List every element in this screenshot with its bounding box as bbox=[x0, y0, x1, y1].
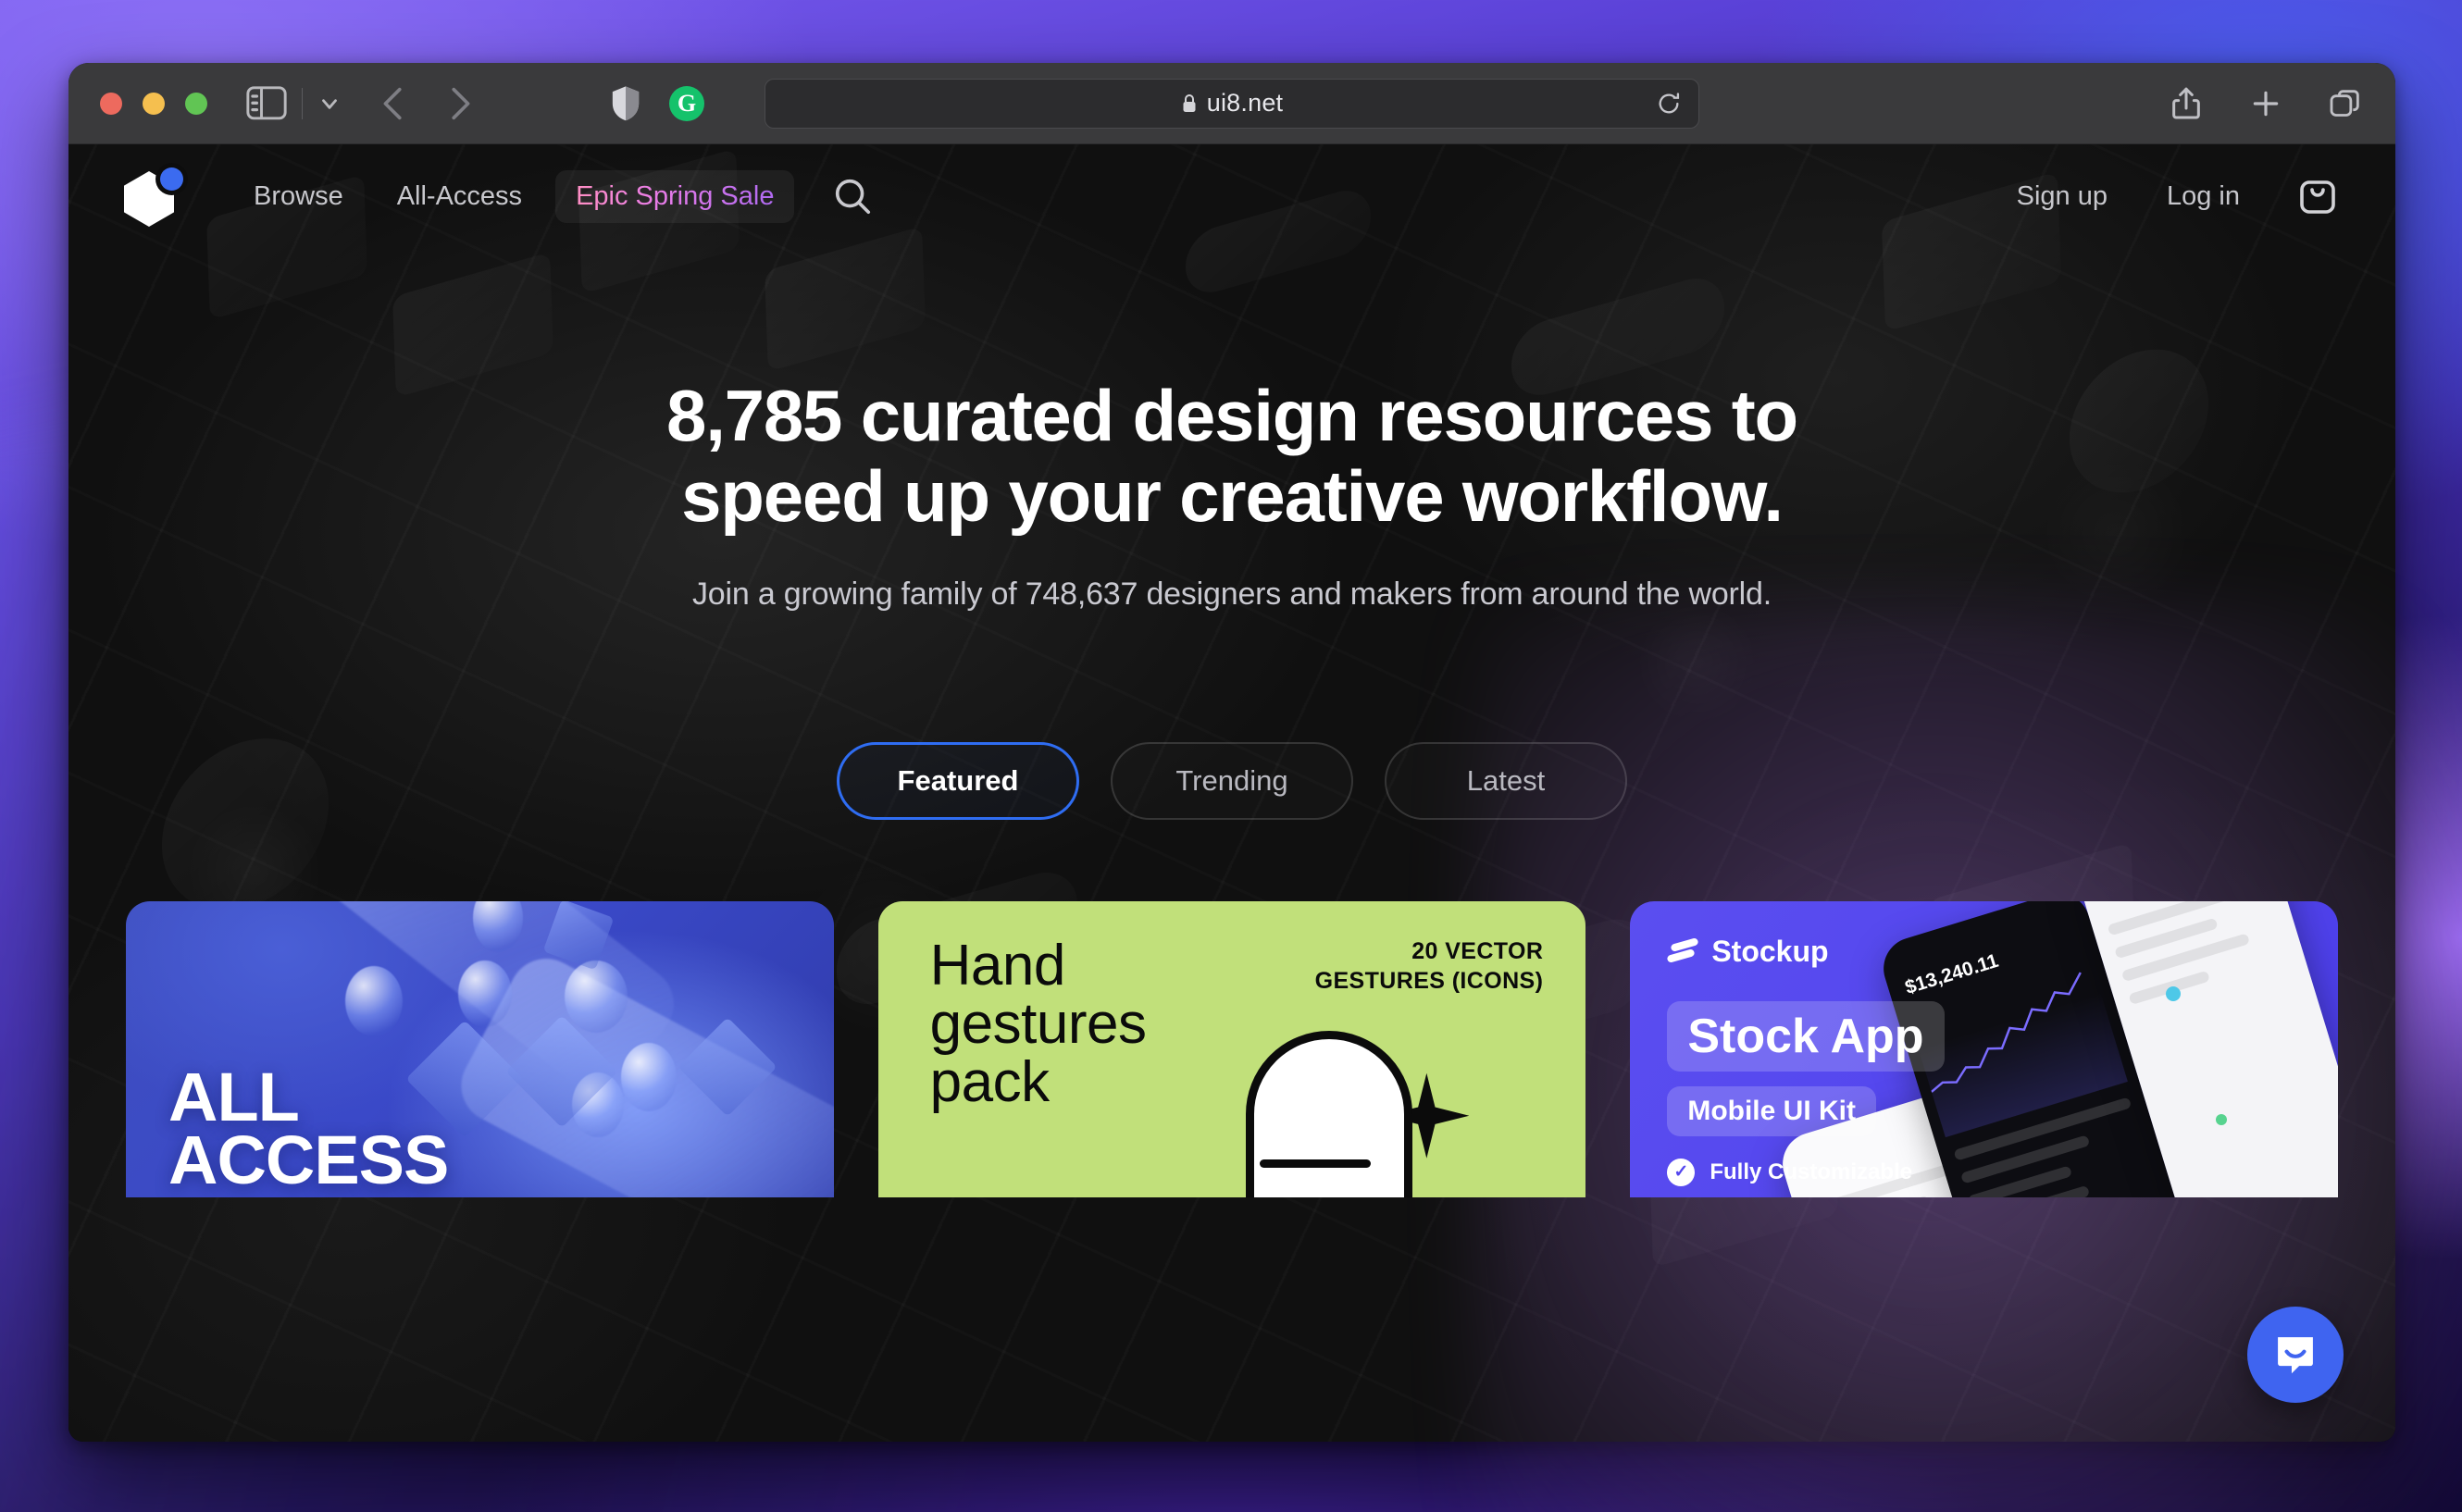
decorative-shape bbox=[345, 966, 404, 1037]
grammarly-glyph: G bbox=[677, 89, 697, 117]
tab-featured[interactable]: Featured bbox=[837, 741, 1079, 820]
search-icon[interactable] bbox=[831, 175, 874, 217]
thumbs-up-hand-icon bbox=[1246, 1030, 1413, 1197]
ui8-logo[interactable] bbox=[124, 166, 185, 227]
card-hand-gestures-badge: 20 VECTOR GESTURES (ICONS) bbox=[1315, 936, 1544, 997]
card-gestures-badge-line2: GESTURES (ICONS) bbox=[1314, 968, 1544, 995]
decorative-shape bbox=[565, 960, 628, 1033]
check-icon: ✓ bbox=[1667, 1158, 1696, 1186]
browser-toolbar: G ui8.net bbox=[68, 63, 2395, 144]
url-text: ui8.net bbox=[1206, 89, 1284, 117]
card-hand-gestures[interactable]: Hand gestures pack 20 VECTOR GESTURES (I… bbox=[877, 900, 1586, 1197]
hero-headline-line1: 8,785 curated design resources to bbox=[666, 375, 1798, 456]
card-stockup-feature-label: Fully Customizable bbox=[1710, 1159, 1913, 1184]
intercom-messenger-icon bbox=[2278, 1337, 2313, 1374]
tab-latest[interactable]: Latest bbox=[1385, 741, 1627, 820]
card-all-access-title: ALL ACCESS bbox=[168, 1058, 449, 1197]
card-all-access[interactable]: ALL ACCESS bbox=[126, 900, 834, 1197]
card-stockup-brand: Stockup bbox=[1667, 934, 1829, 969]
card-gestures-line3: pack bbox=[929, 1050, 1050, 1115]
address-bar[interactable]: ui8.net bbox=[765, 78, 1699, 129]
chevron-down-icon[interactable] bbox=[317, 92, 342, 116]
stockup-logo-icon bbox=[1667, 937, 1698, 965]
tab-overview-icon[interactable] bbox=[2327, 85, 2364, 122]
card-gestures-line2: gestures bbox=[929, 991, 1147, 1056]
sidebar-toggle-icon[interactable] bbox=[246, 86, 287, 120]
minimize-window-button[interactable] bbox=[143, 92, 165, 115]
card-stockup[interactable]: $13,240.11 Stockup Stock App Mobile UI K… bbox=[1630, 900, 2338, 1197]
plus-icon[interactable] bbox=[2247, 85, 2284, 122]
primary-nav-links: Browse All-Access Epic Spring Sale bbox=[233, 169, 874, 223]
site-navigation-bar: Browse All-Access Epic Spring Sale Sign … bbox=[68, 144, 2395, 248]
secondary-nav-links: Sign up Log in bbox=[2013, 172, 2340, 221]
decorative-dot bbox=[2216, 1113, 2227, 1125]
card-stockup-feature: ✓ Fully Customizable bbox=[1667, 1158, 1913, 1186]
card-hand-gestures-title: Hand gestures pack bbox=[929, 933, 1147, 1115]
nav-browse[interactable]: Browse bbox=[233, 170, 364, 223]
share-icon[interactable] bbox=[2168, 85, 2205, 122]
decorative-dot bbox=[2166, 985, 2181, 1001]
toolbar-right-actions bbox=[2168, 85, 2364, 122]
card-gestures-badge-line1: 20 VECTOR bbox=[1411, 937, 1544, 964]
card-gestures-line1: Hand bbox=[929, 933, 1066, 998]
card-all-access-title-line2: ACCESS bbox=[168, 1121, 449, 1197]
desktop-wallpaper: G ui8.net Browse All-Access Epic Spring … bbox=[0, 0, 2462, 1512]
hero-subtitle: Join a growing family of 748,637 designe… bbox=[692, 576, 1772, 612]
nav-epic-spring-sale-label: Epic Spring Sale bbox=[576, 180, 775, 211]
product-card-grid: ALL ACCESS Hand gestures pack 20 VECTOR … bbox=[68, 900, 2395, 1197]
shield-privacy-icon[interactable] bbox=[610, 85, 641, 122]
card-all-access-title-line1: ALL bbox=[168, 1058, 300, 1135]
close-window-button[interactable] bbox=[100, 92, 122, 115]
hero-headline: 8,785 curated design resources to speed … bbox=[575, 375, 1889, 538]
decorative-shape bbox=[458, 960, 513, 1027]
maximize-window-button[interactable] bbox=[185, 92, 207, 115]
logo-dot-icon bbox=[160, 167, 183, 191]
hero-headline-line2: speed up your creative workflow. bbox=[681, 455, 1784, 538]
nav-epic-spring-sale[interactable]: Epic Spring Sale bbox=[555, 169, 795, 223]
card-stockup-title: Stock App bbox=[1667, 1000, 1945, 1072]
forward-arrow-icon[interactable] bbox=[438, 82, 480, 125]
shopping-bag-icon[interactable] bbox=[2295, 174, 2340, 218]
reload-icon[interactable] bbox=[1656, 91, 1682, 117]
intercom-messenger-button[interactable] bbox=[2247, 1307, 2344, 1403]
safari-browser-window: G ui8.net Browse All-Access Epic Spring … bbox=[68, 63, 2395, 1442]
nav-sign-up[interactable]: Sign up bbox=[2013, 172, 2111, 221]
page-viewport: Browse All-Access Epic Spring Sale Sign … bbox=[68, 144, 2395, 1442]
window-controls bbox=[100, 92, 207, 115]
toolbar-divider bbox=[302, 87, 303, 119]
extension-icons: G bbox=[610, 85, 704, 122]
nav-log-in[interactable]: Log in bbox=[2163, 172, 2244, 221]
card-stockup-brand-label: Stockup bbox=[1711, 934, 1829, 968]
back-arrow-icon[interactable] bbox=[373, 82, 416, 125]
grammarly-icon[interactable]: G bbox=[669, 85, 704, 121]
nav-all-access[interactable]: All-Access bbox=[377, 170, 542, 223]
lock-icon bbox=[1181, 93, 1198, 114]
card-stockup-subtitle: Mobile UI Kit bbox=[1667, 1085, 1876, 1136]
hero-section: 8,785 curated design resources to speed … bbox=[68, 248, 2395, 613]
tab-trending[interactable]: Trending bbox=[1111, 741, 1353, 820]
filter-tabs: Featured Trending Latest bbox=[68, 741, 2395, 820]
